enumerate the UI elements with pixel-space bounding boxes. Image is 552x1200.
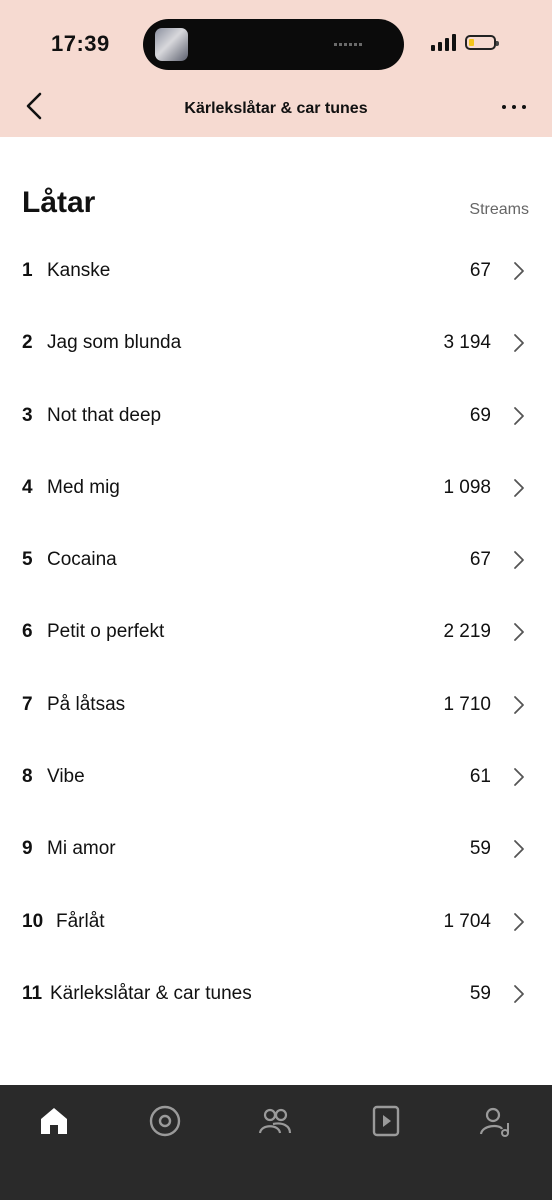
tab-audience-icon[interactable] xyxy=(257,1103,293,1139)
chevron-right-icon xyxy=(514,262,524,280)
track-row[interactable]: 8 Vibe 61 xyxy=(0,740,552,812)
tab-video-icon[interactable] xyxy=(368,1103,404,1139)
track-row[interactable]: 4 Med mig 1 098 xyxy=(0,451,552,523)
track-row[interactable]: 11 Kärlekslåtar & car tunes 59 xyxy=(0,957,552,1029)
chevron-right-icon xyxy=(514,406,524,425)
album-art-thumbnail xyxy=(155,28,188,61)
track-number: 1 xyxy=(22,260,33,281)
chevron-right-icon xyxy=(514,334,524,353)
track-streams: 61 xyxy=(469,766,491,788)
chevron-right-icon xyxy=(514,623,524,642)
track-number: 2 xyxy=(22,332,33,354)
track-row[interactable]: 5 Cocaina 67 xyxy=(0,523,552,595)
chevron-right-icon xyxy=(514,768,524,786)
chevron-right-icon xyxy=(514,985,524,1003)
track-row[interactable]: 9 Mi amor 59 xyxy=(0,812,552,884)
track-streams: 67 xyxy=(469,260,491,281)
page-title: Kärlekslåtar & car tunes xyxy=(184,100,368,117)
track-number: 7 xyxy=(22,693,33,715)
track-number: 9 xyxy=(22,838,33,860)
chevron-right-icon xyxy=(514,551,524,570)
track-streams: 1 710 xyxy=(443,693,491,715)
track-name: Fårlåt xyxy=(56,910,105,932)
track-streams: 1 704 xyxy=(443,910,491,932)
top-header: 17:39 Kärlekslåtar & car tunes xyxy=(0,0,552,137)
chevron-right-icon xyxy=(514,478,524,497)
track-name: Petit o perfekt xyxy=(47,621,165,643)
track-name: Mi amor xyxy=(47,838,116,860)
track-name: Med mig xyxy=(47,476,120,498)
column-header-streams: Streams xyxy=(469,201,529,218)
track-number: 4 xyxy=(22,476,33,498)
signal-icon xyxy=(431,34,456,51)
tab-release-icon[interactable] xyxy=(147,1103,183,1139)
chevron-right-icon xyxy=(514,912,524,931)
now-playing-island[interactable] xyxy=(143,19,404,70)
tab-home-icon[interactable] xyxy=(36,1103,72,1139)
track-number: 5 xyxy=(22,549,33,571)
track-row[interactable]: 10 Fårlåt 1 704 xyxy=(0,885,552,957)
track-streams: 59 xyxy=(469,982,491,1004)
track-streams: 69 xyxy=(469,404,491,426)
track-name: Not that deep xyxy=(47,404,162,426)
track-name: Kanske xyxy=(47,260,111,281)
track-row[interactable]: 6 Petit o perfekt 2 219 xyxy=(0,595,552,667)
track-name: Cocaina xyxy=(47,549,117,571)
waveform-icon xyxy=(334,43,364,46)
track-row[interactable]: 2 Jag som blunda 3 194 xyxy=(0,306,552,378)
track-streams: 3 194 xyxy=(443,332,491,354)
bottom-tab-bar xyxy=(0,1085,552,1200)
track-streams: 2 219 xyxy=(443,621,491,643)
more-options-icon[interactable] xyxy=(496,96,532,118)
chevron-right-icon xyxy=(514,695,524,714)
track-row[interactable]: 7 På låtsas 1 710 xyxy=(0,668,552,740)
track-number: 11 xyxy=(22,982,43,1004)
track-number: 8 xyxy=(22,766,33,788)
track-number: 3 xyxy=(22,404,33,426)
battery-icon xyxy=(465,35,499,50)
track-number: 6 xyxy=(22,621,33,643)
track-name: Vibe xyxy=(47,766,85,788)
track-list: 1 Kanske 67 2 Jag som blunda 3 194 3 Not that d… xyxy=(0,234,552,1029)
status-time: 17:39 xyxy=(51,31,110,56)
track-row[interactable]: 1 Kanske 67 xyxy=(0,234,552,306)
status-indicators xyxy=(431,34,499,51)
track-row[interactable]: 3 Not that deep 69 xyxy=(0,379,552,451)
track-name: Jag som blunda xyxy=(47,332,182,354)
tab-profile-icon[interactable] xyxy=(478,1103,514,1139)
track-name: Kärlekslåtar & car tunes xyxy=(50,982,252,1004)
section-title: Låtar xyxy=(22,186,96,219)
track-streams: 59 xyxy=(469,838,491,860)
track-streams: 1 098 xyxy=(443,476,491,498)
track-streams: 67 xyxy=(469,549,491,571)
chevron-right-icon xyxy=(514,840,524,859)
track-name: På låtsas xyxy=(47,693,126,715)
track-number: 10 xyxy=(22,910,44,932)
